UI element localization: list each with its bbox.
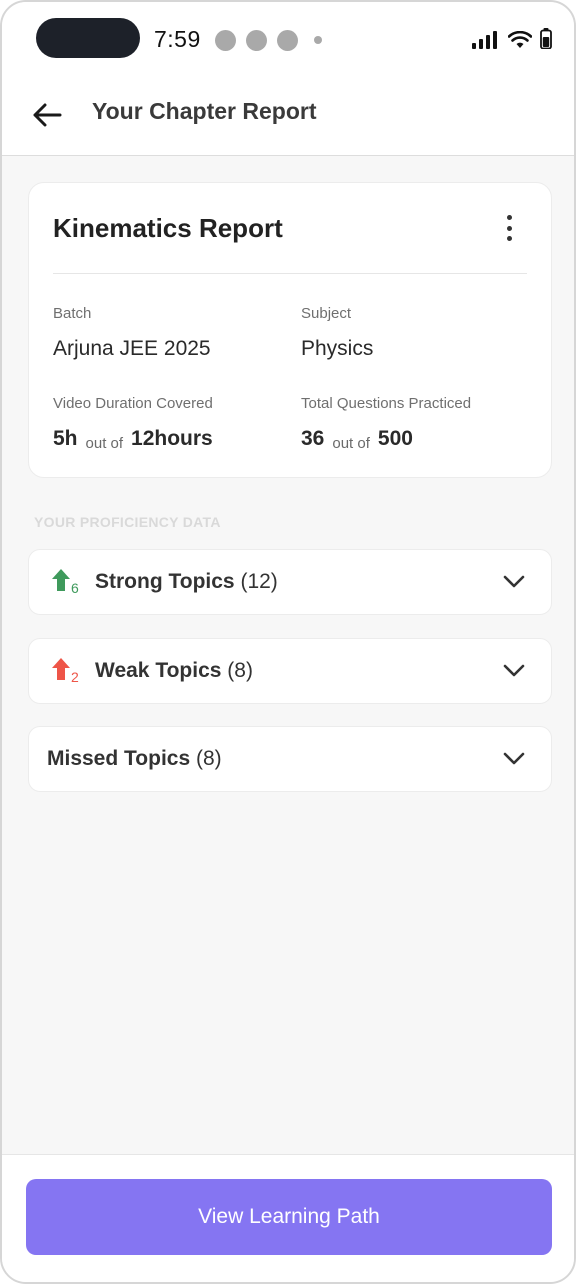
video-duration-value: 5h out of 12hours: [53, 427, 213, 452]
questions-value: 36 out of 500: [301, 427, 413, 452]
topic-count: (12): [240, 570, 278, 593]
report-card: Kinematics Report Batch Arjuna JEE 2025 …: [28, 182, 552, 478]
notification-dot: [246, 30, 267, 51]
more-notifications-dot: [314, 36, 322, 44]
camera-pill: [36, 18, 140, 58]
page-title: Your Chapter Report: [92, 98, 317, 124]
strong-badge: 6: [71, 580, 79, 596]
report-title: Kinematics Report: [53, 213, 283, 243]
questions-done: 36: [301, 427, 325, 450]
kebab-dot-icon: [506, 236, 512, 241]
notification-dot: [277, 30, 298, 51]
weak-topics-accordion[interactable]: 2 Weak Topics (8): [28, 638, 552, 704]
missed-topics-accordion[interactable]: Missed Topics (8): [28, 726, 552, 792]
batch-label: Batch: [53, 305, 92, 322]
topic-count: (8): [196, 747, 222, 770]
kebab-dot-icon: [506, 215, 512, 220]
status-bar: 7:59: [2, 2, 574, 80]
questions-total: 500: [377, 427, 413, 450]
more-options-button[interactable]: [505, 215, 513, 241]
strong-topics-title: Strong Topics (12): [95, 570, 278, 594]
view-learning-path-button[interactable]: View Learning Path: [26, 1179, 552, 1255]
weak-topics-title: Weak Topics (8): [95, 659, 253, 683]
kebab-dot-icon: [506, 225, 512, 231]
topic-name: Weak Topics: [95, 659, 222, 682]
notification-dot: [215, 30, 236, 51]
strong-topics-accordion[interactable]: 6 Strong Topics (12): [28, 549, 552, 615]
topic-name: Strong Topics: [95, 570, 235, 593]
chevron-down-icon: [503, 664, 525, 677]
video-total: 12hours: [131, 427, 213, 450]
proficiency-section-label: YOUR PROFICIENCY DATA: [34, 514, 221, 530]
weak-badge: 2: [71, 669, 79, 685]
wifi-icon: [508, 31, 532, 48]
questions-label: Total Questions Practiced: [301, 395, 472, 412]
batch-value: Arjuna JEE 2025: [53, 337, 211, 360]
status-time: 7:59: [154, 26, 201, 52]
footer-bar: View Learning Path: [2, 1154, 574, 1282]
card-divider: [53, 273, 527, 274]
subject-label: Subject: [301, 305, 352, 322]
signal-icon: [472, 31, 497, 49]
video-covered: 5h: [53, 427, 78, 450]
phone-frame: 7:59 Your Chapter Report Kinematics Repo…: [0, 0, 576, 1284]
arrow-left-icon: [33, 103, 62, 127]
video-out-of: out of: [85, 435, 124, 452]
battery-icon: [540, 28, 552, 49]
back-button[interactable]: [30, 98, 64, 132]
chevron-down-icon: [503, 752, 525, 765]
missed-topics-title: Missed Topics (8): [47, 747, 222, 771]
questions-out-of: out of: [332, 435, 370, 452]
topic-count: (8): [227, 659, 253, 682]
app-header: Your Chapter Report: [2, 80, 574, 156]
chevron-down-icon: [503, 575, 525, 588]
topic-name: Missed Topics: [47, 747, 191, 770]
subject-value: Physics: [301, 337, 374, 360]
video-duration-label: Video Duration Covered: [53, 395, 213, 412]
